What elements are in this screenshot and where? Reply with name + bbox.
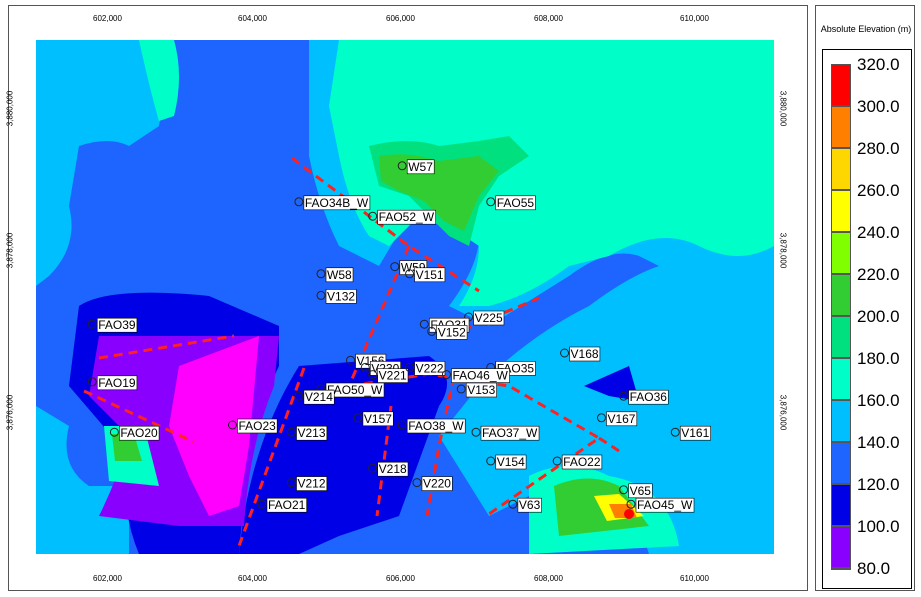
legend-swatch xyxy=(831,484,851,526)
legend-label: 240.0 xyxy=(857,223,900,242)
well-label: V222 xyxy=(416,361,444,375)
x-tick: 604,000 xyxy=(238,574,267,583)
well-label: FAO46_W xyxy=(452,369,508,383)
well-label: FAO55 xyxy=(497,196,535,210)
well-label: V220 xyxy=(423,477,451,491)
legend-label: 200.0 xyxy=(857,307,900,326)
legend-label: 80.0 xyxy=(857,559,891,578)
x-tick: 606,000 xyxy=(386,14,415,23)
y-tick: 3,876,000 xyxy=(5,394,15,431)
x-tick: 606,000 xyxy=(386,574,415,583)
well-label: W57 xyxy=(408,160,433,174)
y-tick: 3,880,000 xyxy=(5,90,15,127)
legend-scale: 320.0 300.0 280.0 260.0 240.0 220.0 200.0 180.0… xyxy=(822,49,912,589)
well-label: V152 xyxy=(438,325,466,339)
legend-swatch xyxy=(831,106,851,148)
legend-label: 140.0 xyxy=(857,433,900,452)
x-tick: 602,000 xyxy=(93,574,122,583)
x-tick: 608,000 xyxy=(534,14,563,23)
legend-swatch xyxy=(831,148,851,190)
legend-swatch xyxy=(831,274,851,316)
well-label: V214 xyxy=(305,390,333,404)
well-label: V154 xyxy=(497,455,525,469)
legend-swatch xyxy=(831,316,851,358)
well-label: V132 xyxy=(327,289,355,303)
legend-label: 300.0 xyxy=(857,97,900,116)
y-tick: 3,878,000 xyxy=(778,232,788,269)
well-label: V213 xyxy=(298,426,326,440)
legend-title: Absolute Elevation (m) xyxy=(820,24,912,34)
well-label: V157 xyxy=(364,412,392,426)
well-label: FAO39 xyxy=(98,318,136,332)
x-tick: 610,000 xyxy=(680,574,709,583)
x-tick: 602,000 xyxy=(93,14,122,23)
well-label: FAO21 xyxy=(268,498,306,512)
well-label: W58 xyxy=(327,268,352,282)
legend-swatch xyxy=(831,232,851,274)
legend-swatch xyxy=(831,190,851,232)
well-label: FAO20 xyxy=(120,426,158,440)
legend-swatch xyxy=(831,400,851,442)
well-label: V161 xyxy=(681,426,709,440)
elevation-legend: Absolute Elevation (m) 320.0 300.0 280.0 26… xyxy=(815,5,915,591)
x-tick: 604,000 xyxy=(238,14,267,23)
well-label: FAO45_W xyxy=(637,498,693,512)
y-tick: 3,878,000 xyxy=(5,232,15,269)
well-label: FAO19 xyxy=(98,376,136,390)
legend-label: 260.0 xyxy=(857,181,900,200)
legend-swatch xyxy=(831,526,851,568)
well-label: FAO52_W xyxy=(379,210,435,224)
well-label: V225 xyxy=(475,311,503,325)
legend-label: 320.0 xyxy=(857,55,900,74)
map-frame: W57 FAO34B_W FAO52_W FAO55 W59 W58 V151 V132 FAO… xyxy=(5,5,808,591)
well-label: FAO37_W xyxy=(482,426,538,440)
legend-label: 220.0 xyxy=(857,265,900,284)
legend-label: 280.0 xyxy=(857,139,900,158)
legend-swatch xyxy=(831,568,851,570)
well-label: V65 xyxy=(630,484,652,498)
well-label: V167 xyxy=(607,412,635,426)
well-label: FAO22 xyxy=(563,455,601,469)
well-label: FAO36 xyxy=(630,390,668,404)
well-label: V221 xyxy=(379,369,407,383)
y-tick: 3,880,000 xyxy=(778,90,788,127)
well-label: FAO50_W xyxy=(327,383,383,397)
legend-label: 180.0 xyxy=(857,349,900,368)
legend-swatch xyxy=(831,64,851,106)
contour-320-peak xyxy=(624,509,634,519)
well-label: V212 xyxy=(298,477,326,491)
legend-label: 100.0 xyxy=(857,517,900,536)
y-tick: 3,876,000 xyxy=(778,394,788,431)
well-label: FAO34B_W xyxy=(305,196,369,210)
x-tick: 608,000 xyxy=(534,574,563,583)
well-label: V151 xyxy=(416,268,444,282)
well-label: V63 xyxy=(519,498,541,512)
legend-label: 120.0 xyxy=(857,475,900,494)
well-label: FAO38_W xyxy=(408,419,464,433)
legend-swatch xyxy=(831,358,851,400)
x-tick: 610,000 xyxy=(680,14,709,23)
well-label: V168 xyxy=(571,347,599,361)
well-label: V153 xyxy=(467,383,495,397)
well-label: V218 xyxy=(379,462,407,476)
legend-swatch xyxy=(831,442,851,484)
elevation-contour-map[interactable]: W57FAO34B_WFAO52_WFAO55W59W58 V151V132FAO… xyxy=(9,6,807,590)
legend-label: 160.0 xyxy=(857,391,900,410)
well-label: FAO23 xyxy=(238,419,276,433)
